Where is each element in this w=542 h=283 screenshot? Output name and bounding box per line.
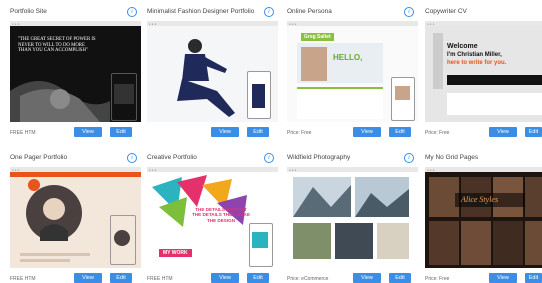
view-button[interactable]: View [353, 127, 381, 137]
template-card-portfolio-site[interactable]: Portfolio Site i ●●● "THE GREAT SECRET O… [10, 0, 141, 137]
info-icon[interactable]: i [127, 7, 137, 17]
template-title: Copywriter CV [425, 8, 467, 15]
browser-bar: ●●● [425, 21, 542, 26]
template-title: My No Grid Pages [425, 154, 479, 161]
name-tag: Greg Saltet [301, 33, 334, 41]
template-thumbnail[interactable]: ●●● Welcome I'm Christian Miller, here t… [425, 21, 542, 122]
template-card-no-grid-pages[interactable]: My No Grid Pages i ●●● Alice Styles Pric… [425, 146, 542, 283]
thumb-mountain-photos [293, 177, 409, 259]
template-title: Creative Portfolio [147, 154, 197, 161]
nav-strip [447, 75, 542, 85]
welcome-line-1: Welcome [447, 43, 478, 50]
overlay-name: Alice Styles [461, 195, 499, 204]
template-card-creative-portfolio[interactable]: Creative Portfolio i ●●● THE DETAILS ARE… [147, 146, 278, 283]
content-area [297, 87, 383, 119]
template-title: Online Persona [287, 8, 332, 15]
mobile-preview [249, 223, 273, 267]
template-thumbnail[interactable]: ●●● Alice Styles [425, 167, 542, 268]
template-thumbnail[interactable]: ●●● [147, 21, 278, 122]
content-block [447, 93, 542, 115]
edit-button[interactable]: Edit [110, 127, 132, 137]
template-thumbnail[interactable]: ●●● [287, 167, 418, 268]
price-label: FREE HTM [10, 276, 36, 282]
template-thumbnail[interactable]: ●●● Greg Saltet HELLO, [287, 21, 418, 122]
template-thumbnail[interactable]: ●●● THE DETAILS ARE NOT THE DETAILS THEY… [147, 167, 278, 268]
template-thumbnail[interactable]: ●●● [10, 167, 141, 268]
browser-bar: ●●● [287, 21, 418, 26]
info-icon[interactable]: i [264, 153, 274, 163]
edit-button[interactable]: Edit [247, 127, 269, 137]
template-card-wildfield-photography[interactable]: Wildfield Photography i ●●● Price: eComm… [287, 146, 418, 283]
info-icon[interactable]: i [127, 153, 137, 163]
info-icon[interactable]: i [404, 153, 414, 163]
price-label: FREE HTM [147, 276, 173, 282]
template-title: One Pager Portfolio [10, 154, 68, 161]
template-thumbnail[interactable]: ●●● "THE GREAT SECRET OF POWER IS NEVER … [10, 21, 141, 122]
banner-text: THE DETAILS ARE NOT THE DETAILS THEY MAK… [191, 207, 251, 223]
side-rail [433, 33, 443, 89]
welcome-line-3: here to write for you. [447, 60, 507, 66]
price-label: FREE HTM [10, 130, 36, 136]
template-card-copywriter-cv[interactable]: Copywriter CV i ●●● Welcome I'm Christia… [425, 0, 542, 137]
template-title: Portfolio Site [10, 8, 47, 15]
info-icon[interactable]: i [404, 7, 414, 17]
template-card-minimalist-fashion[interactable]: Minimalist Fashion Designer Portfolio i … [147, 0, 278, 137]
price-label: Price: Free [425, 276, 450, 282]
mobile-preview [110, 215, 136, 265]
edit-button[interactable]: Edit [525, 127, 542, 137]
welcome-line-2: I'm Christian Miller, [447, 52, 502, 58]
portrait-photo [301, 47, 327, 81]
thumb-portrait-grid [429, 177, 542, 265]
template-card-online-persona[interactable]: Online Persona i ●●● Greg Saltet HELLO, … [287, 0, 418, 137]
view-button[interactable]: View [489, 127, 517, 137]
template-title: Minimalist Fashion Designer Portfolio [147, 8, 255, 15]
template-card-one-pager[interactable]: One Pager Portfolio i ●●● FREE HTM View … [10, 146, 141, 283]
mobile-preview [111, 73, 137, 121]
my-work-ribbon: MY WORK [159, 249, 192, 257]
info-icon[interactable]: i [264, 7, 274, 17]
mobile-preview [247, 71, 271, 119]
price-label: Price: eCommerce [287, 276, 329, 282]
mobile-preview [391, 77, 415, 121]
template-title: Wildfield Photography [287, 154, 351, 161]
hello-text: HELLO, [333, 53, 363, 62]
view-button[interactable]: View [211, 127, 239, 137]
edit-button[interactable]: Edit [389, 127, 411, 137]
view-button[interactable]: View [74, 127, 102, 137]
price-label: Price: Free [425, 130, 450, 136]
price-label: Price: Free [287, 130, 312, 136]
